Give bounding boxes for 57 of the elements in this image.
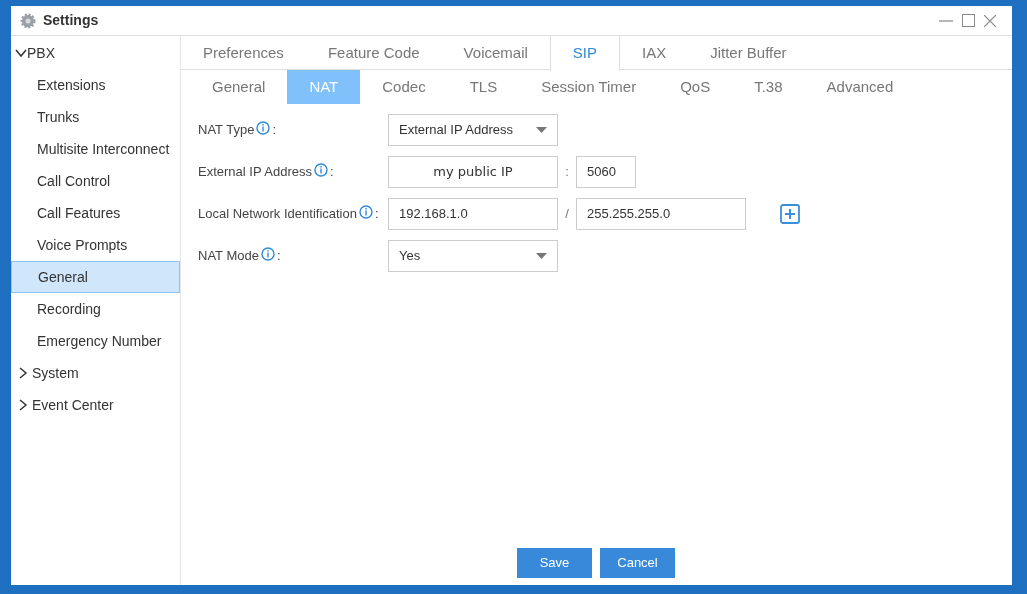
colon: : [272,121,276,140]
colon: : [375,205,379,224]
dropdown-caret-icon [536,127,547,133]
field-label: NAT Mode [198,247,259,266]
tab[interactable]: Advanced [804,70,916,104]
tab[interactable]: SIP [549,36,620,71]
sidebar-item[interactable]: Multisite Interconnect [11,133,180,165]
sidebar-item[interactable]: Extensions [11,69,180,101]
info-icon[interactable] [359,205,373,219]
field-label: NAT Type [198,121,255,140]
cancel-button[interactable]: Cancel [600,548,675,578]
input-field[interactable]: 192.168.1.0 [388,198,558,230]
tab[interactable]: General [190,70,288,104]
sidebar-item[interactable]: Call Features [11,197,180,229]
info-icon[interactable] [260,247,275,261]
save-button[interactable]: Save [517,548,592,578]
tree-item[interactable]: PBX [27,42,55,64]
tree-item[interactable]: System [32,362,79,384]
chevron-right-icon[interactable] [17,399,29,411]
sidebar-item[interactable]: Call Control [11,165,180,197]
sidebar-item[interactable]: Recording [11,293,180,325]
input-field[interactable]: 5060 [576,156,636,188]
maximize-icon[interactable] [962,14,975,27]
tab[interactable]: T.38 [732,70,805,104]
dropdown[interactable]: Yes [388,240,558,272]
dropdown[interactable]: External IP Address [388,114,558,146]
tab[interactable]: QoS [658,70,733,104]
tab[interactable]: IAX [620,36,689,70]
tree-item[interactable]: Event Center [32,394,114,416]
field-label: External IP Address [198,163,312,182]
field-label: Local Network Identification [198,205,357,224]
sidebar-item[interactable]: Voice Prompts [11,229,180,261]
window-title: Settings [43,11,99,30]
input-field[interactable]: 255.255.255.0 [576,198,746,230]
sidebar-item[interactable]: Trunks [11,101,180,133]
info-icon[interactable] [256,121,271,135]
gear-icon [20,12,36,29]
separator: / [564,205,570,224]
close-icon[interactable] [984,14,996,27]
tab[interactable]: Voicemail [441,36,550,70]
info-icon[interactable] [313,163,328,177]
tab[interactable]: Feature Code [305,36,442,70]
tab[interactable]: TLS [447,70,520,104]
dropdown-caret-icon [536,253,547,259]
tab[interactable]: Codec [360,70,448,104]
sidebar-item[interactable]: Emergency Number [11,325,180,357]
tab[interactable]: Preferences [181,36,306,70]
colon: : [329,163,334,182]
tab[interactable]: Jitter Buffer [688,36,809,70]
input-field[interactable]: my public IP [388,156,558,188]
sidebar-item[interactable]: General [11,261,180,293]
chevron-down-icon[interactable] [15,47,27,59]
chevron-right-icon[interactable] [17,367,29,379]
tab[interactable]: Session Timer [519,70,659,104]
separator: : [564,163,570,182]
colon: : [276,247,281,266]
add-icon[interactable] [780,204,800,224]
